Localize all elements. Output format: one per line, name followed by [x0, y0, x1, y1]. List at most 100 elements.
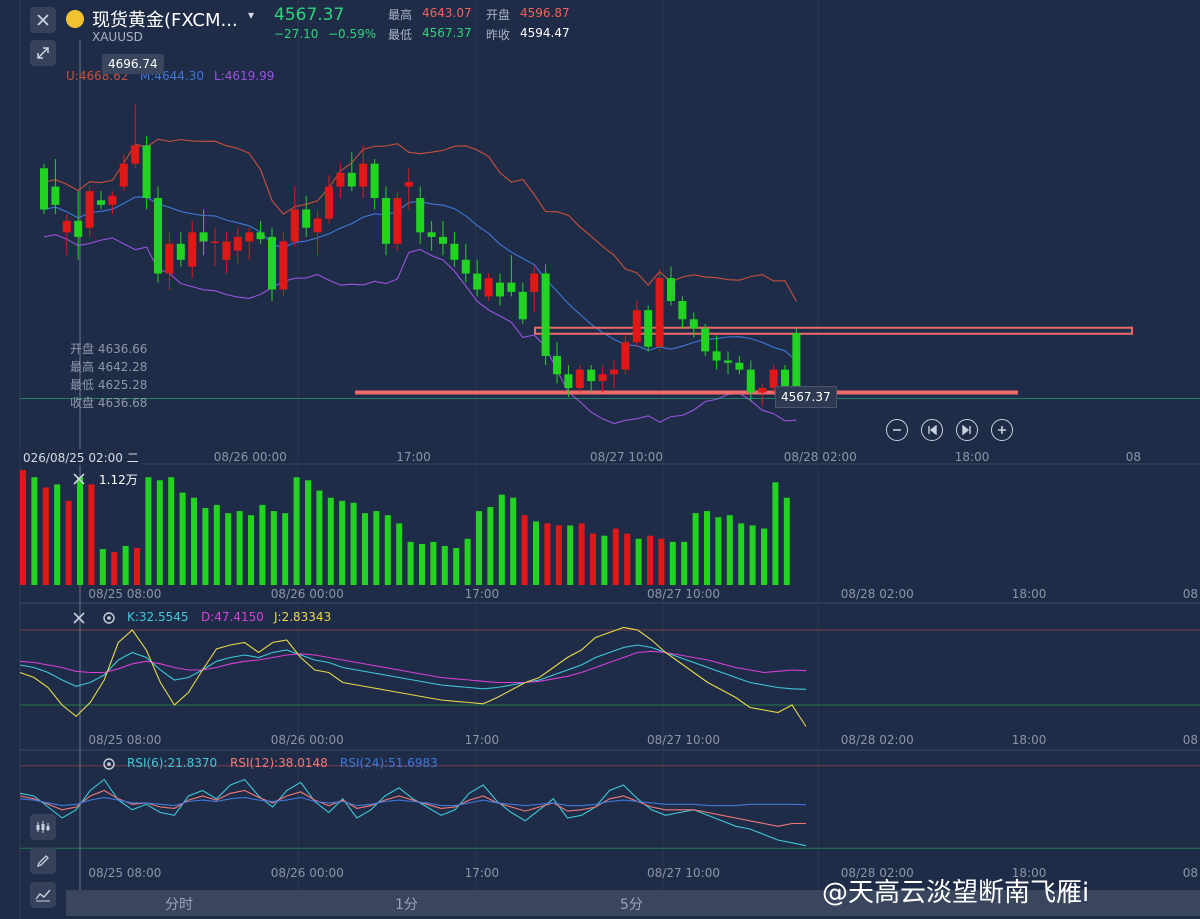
- first-button[interactable]: [921, 419, 943, 441]
- chart-screen: 现货黄金(FXCM... ▾ XAUUSD 4567.37 −27.10 −0.…: [0, 0, 1200, 919]
- collapse-button[interactable]: [30, 40, 56, 66]
- kdj-time-tick: 08/25 08:00: [88, 733, 162, 747]
- rsi-time-tick: 08/26 00:00: [270, 866, 344, 880]
- candle-body: [211, 241, 219, 243]
- open-value: 4596.87: [520, 6, 570, 20]
- prev-close-label: 昨收: [486, 28, 511, 42]
- volume-bar: [156, 480, 163, 585]
- volume-bar: [99, 549, 106, 585]
- volume-bar: [373, 511, 380, 585]
- volume-bar: [293, 477, 300, 585]
- candle-body: [667, 278, 675, 301]
- volume-bar: [122, 545, 129, 585]
- candle-body: [370, 163, 379, 198]
- volume-time-tick: 08/28 02:00: [840, 587, 914, 601]
- zoom-out-button[interactable]: [886, 419, 908, 441]
- volume-bar: [544, 523, 551, 585]
- candle-body: [507, 282, 516, 292]
- volume-bar: [407, 541, 414, 585]
- candle-body: [199, 232, 208, 242]
- candle-body: [176, 243, 185, 260]
- volume-bar: [145, 477, 152, 585]
- low-value: 4567.37: [422, 26, 472, 40]
- candle-body: [541, 273, 550, 356]
- instrument-name[interactable]: 现货黄金(FXCM...: [92, 6, 238, 32]
- chart-settings-button[interactable]: [30, 882, 56, 908]
- kdj-j-line: [19, 626, 807, 727]
- candle-body: [347, 172, 356, 187]
- rsi12-value: RSI(12):38.0148: [230, 756, 328, 770]
- candle-body: [530, 273, 539, 292]
- zoom-in-button[interactable]: [991, 419, 1013, 441]
- candle-body: [427, 232, 436, 237]
- volume-bar: [316, 490, 323, 585]
- price-time-tick: 08: [1125, 450, 1142, 464]
- candle-body: [564, 374, 573, 388]
- price-change-pct: −0.59%: [328, 27, 377, 41]
- volume-bar: [612, 528, 619, 585]
- last-button[interactable]: [956, 419, 978, 441]
- volume-bar: [259, 504, 266, 585]
- volume-bar: [555, 525, 562, 585]
- candle-body: [655, 278, 664, 347]
- rsi24-value: RSI(24):51.6983: [340, 756, 438, 770]
- price-time-tick: 08/28 02:00: [783, 450, 857, 464]
- kdj-d-value: D:47.4150: [201, 610, 264, 624]
- kdj-close-button[interactable]: [72, 610, 86, 629]
- volume-bar: [134, 548, 140, 585]
- candle-body: [450, 243, 459, 260]
- chevron-down-icon[interactable]: ▾: [248, 8, 254, 22]
- volume-bar: [225, 513, 232, 585]
- tab-intraday[interactable]: 分时: [165, 894, 193, 914]
- kdj-settings-button[interactable]: [102, 610, 116, 629]
- volume-bar: [578, 523, 585, 585]
- rsi-settings-button[interactable]: [102, 756, 116, 775]
- volume-bar: [772, 482, 779, 585]
- volume-time-tick: 08/27 10:00: [647, 587, 720, 601]
- volume-bar: [624, 533, 631, 585]
- pencil-icon: [36, 855, 49, 868]
- tab-5min[interactable]: 5分: [620, 894, 643, 914]
- volume-bar: [738, 523, 745, 585]
- ohlc-low: 最低 4625.28: [70, 378, 148, 392]
- price-change: −27.10: [274, 27, 319, 41]
- candle-body: [62, 220, 71, 233]
- volume-bar: [42, 487, 49, 585]
- candle-body: [325, 186, 333, 219]
- candle-body: [85, 191, 94, 228]
- price-time-tick: 08/27 10:00: [590, 450, 663, 464]
- volume-bar: [191, 497, 197, 585]
- volume-bar: [168, 477, 175, 585]
- volume-bar: [202, 507, 209, 585]
- indicator-button[interactable]: [30, 814, 56, 840]
- volume-bar: [20, 470, 26, 585]
- crosshair-time: 026/08/25 02:00 二: [20, 449, 142, 465]
- kdj-j-value: J:2.83343: [274, 610, 332, 624]
- draw-button[interactable]: [30, 848, 56, 874]
- ohlc-high: 最高 4642.28: [70, 360, 148, 374]
- gear-icon: [103, 612, 115, 624]
- rsi-time-tick: 08/28 02:00: [840, 866, 914, 880]
- volume-bar: [384, 515, 391, 585]
- tab-1min[interactable]: 1分: [395, 894, 418, 914]
- close-button[interactable]: [30, 7, 56, 33]
- volume-bar: [521, 515, 528, 585]
- rsi-time-tick: 17:00: [464, 866, 500, 880]
- kdj-time-tick: 18:00: [1011, 733, 1047, 747]
- rsi6-value: RSI(6):21.8370: [127, 756, 218, 770]
- volume-bar: [65, 500, 72, 585]
- volume-close-button[interactable]: [72, 471, 86, 490]
- candle-body: [188, 232, 197, 267]
- candle-body: [701, 328, 710, 352]
- volume-bar: [77, 477, 83, 585]
- volume-bar: [419, 543, 425, 585]
- candle-body: [575, 369, 584, 388]
- rsi-time-tick: 08/27 10:00: [647, 866, 720, 880]
- ohlc-close: 收盘 4636.68: [70, 396, 148, 410]
- candle-body: [256, 232, 265, 240]
- volume-bar: [647, 535, 653, 585]
- candle-body: [678, 300, 687, 320]
- skip-to-end-icon: [962, 425, 971, 435]
- price-time-tick: 18:00: [954, 450, 990, 464]
- candle-body: [621, 342, 630, 370]
